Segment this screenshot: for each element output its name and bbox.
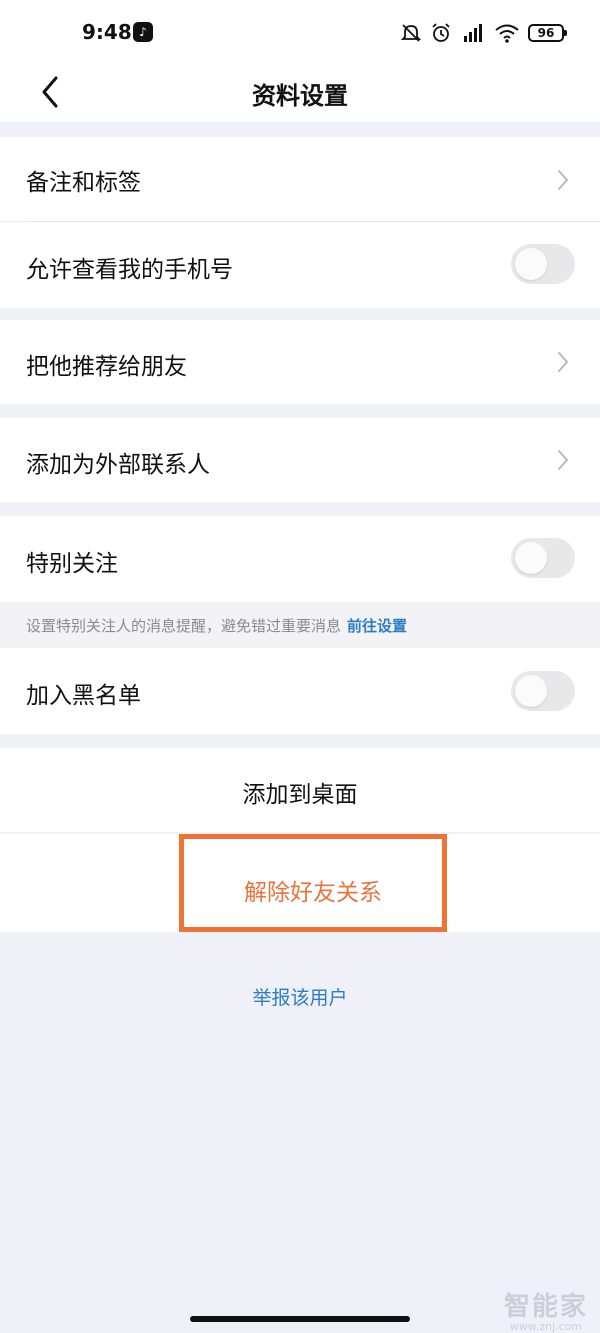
allow-view-phone-row: 允许查看我的手机号 bbox=[0, 222, 600, 308]
go-settings-link[interactable]: 前往设置 bbox=[347, 617, 407, 635]
blacklist-row: 加入黑名单 bbox=[0, 648, 600, 734]
watermark-title: 智能家 bbox=[503, 1292, 588, 1322]
chevron-right-icon bbox=[558, 352, 568, 372]
special-attention-toggle[interactable] bbox=[511, 538, 575, 578]
battery-indicator: 96 bbox=[528, 24, 567, 42]
highlight-box: 解除好友关系 bbox=[179, 834, 447, 932]
watermark-url: www.znj.com bbox=[509, 1320, 583, 1333]
tiktok-app-icon: ♪ bbox=[133, 22, 153, 42]
home-indicator[interactable] bbox=[190, 1316, 410, 1322]
chevron-right-icon bbox=[558, 450, 568, 470]
add-external-contact-label: 添加为外部联系人 bbox=[26, 452, 210, 478]
allow-view-phone-toggle[interactable] bbox=[511, 244, 575, 284]
hint-text: 设置特别关注人的消息提醒，避免错过重要消息 前往设置 bbox=[26, 615, 407, 636]
special-attention-hint: 设置特别关注人的消息提醒，避免错过重要消息 前往设置 bbox=[0, 602, 600, 648]
toggle-knob bbox=[515, 675, 547, 707]
status-time: 9:48 bbox=[82, 20, 132, 44]
add-external-contact-row[interactable]: 添加为外部联系人 bbox=[0, 418, 600, 502]
blacklist-label: 加入黑名单 bbox=[26, 683, 141, 709]
report-user-link[interactable]: 举报该用户 bbox=[0, 983, 600, 1010]
alarm-icon bbox=[432, 23, 450, 42]
wifi-icon bbox=[495, 24, 519, 43]
toggle-knob bbox=[515, 542, 547, 574]
recommend-friend-label: 把他推荐给朋友 bbox=[26, 354, 187, 380]
mute-bell-icon bbox=[400, 24, 422, 42]
blacklist-toggle[interactable] bbox=[511, 671, 575, 711]
hint-message: 设置特别关注人的消息提醒，避免错过重要消息 bbox=[26, 617, 342, 635]
special-attention-row: 特别关注 bbox=[0, 516, 600, 602]
status-bar: 9:48 ♪ 96 bbox=[0, 0, 600, 62]
special-attention-label: 特别关注 bbox=[26, 551, 118, 577]
remove-friend-button[interactable]: 解除好友关系 bbox=[184, 873, 442, 907]
allow-view-phone-label: 允许查看我的手机号 bbox=[26, 257, 233, 283]
remarks-tags-label: 备注和标签 bbox=[26, 170, 141, 196]
toggle-knob bbox=[515, 248, 547, 280]
recommend-friend-row[interactable]: 把他推荐给朋友 bbox=[0, 320, 600, 404]
status-icons: 96 bbox=[400, 22, 567, 44]
signal-icon bbox=[464, 24, 482, 42]
watermark-logo: 智能家 www.znj.com bbox=[504, 1286, 588, 1333]
nav-bar: 资料设置 bbox=[0, 62, 600, 122]
page-title: 资料设置 bbox=[252, 82, 348, 110]
add-to-desktop-button[interactable]: 添加到桌面 bbox=[0, 748, 600, 832]
remarks-tags-row[interactable]: 备注和标签 bbox=[0, 137, 600, 221]
add-to-desktop-label: 添加到桌面 bbox=[242, 782, 358, 808]
chevron-right-icon bbox=[558, 170, 568, 190]
